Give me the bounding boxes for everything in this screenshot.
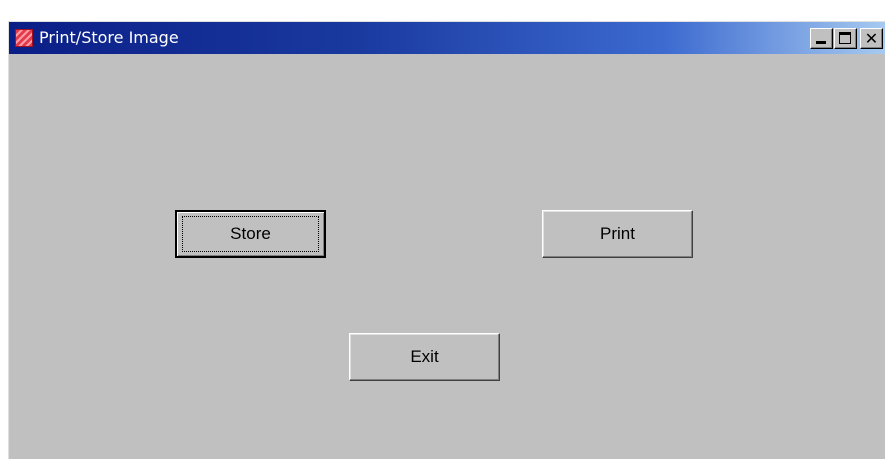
print-button-label: Print — [600, 224, 635, 243]
store-button-label: Store — [230, 224, 271, 243]
close-button[interactable]: ✕ — [860, 28, 883, 49]
maximize-icon — [839, 32, 851, 44]
print-button[interactable]: Print — [542, 210, 693, 258]
exit-button-label: Exit — [410, 347, 439, 366]
minimize-icon — [816, 41, 826, 44]
window-title: Print/Store Image — [39, 28, 179, 47]
store-button[interactable]: Store — [175, 210, 326, 258]
maximize-button[interactable] — [834, 28, 857, 49]
close-icon: ✕ — [864, 29, 879, 48]
minimize-button[interactable] — [810, 28, 833, 49]
window-controls: ✕ — [809, 28, 883, 49]
exit-button[interactable]: Exit — [349, 333, 500, 381]
app-image-icon — [15, 29, 33, 47]
title-bar[interactable]: Print/Store Image ✕ — [9, 22, 885, 54]
print-store-image-window: Print/Store Image ✕ Store Print Exit — [8, 21, 885, 459]
